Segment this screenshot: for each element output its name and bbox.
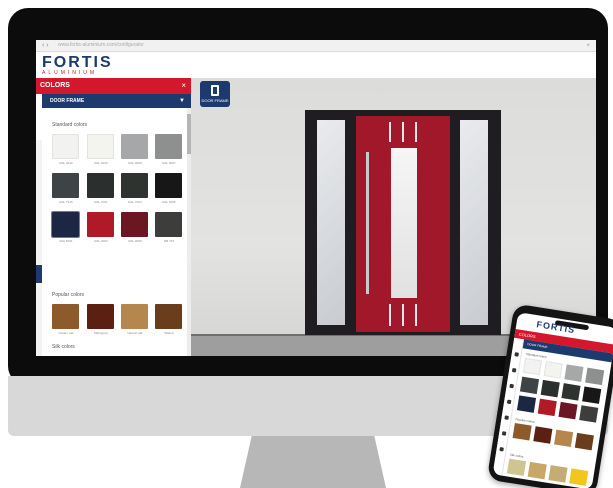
phone-color-swatch[interactable] [543,361,563,379]
monitor-stand [240,436,386,488]
browser-close-icon[interactable]: × [586,42,590,50]
door-frame-button-label: DOOR FRAME [201,98,229,103]
door-icon [211,85,219,96]
door-frame-button[interactable]: DOOR FRAME [200,81,230,107]
phone-color-swatch[interactable] [561,383,581,401]
swatch-label: Walnut [164,331,174,335]
phone-color-swatch[interactable] [512,423,532,441]
color-swatch[interactable] [87,134,114,159]
color-swatch[interactable] [155,134,182,159]
phone-color-swatch[interactable] [558,401,578,420]
swatch-label: RAL 3003 [94,239,108,243]
rail-icon[interactable] [514,352,519,357]
color-swatch[interactable] [52,304,79,329]
section-title: Standard colors [52,122,88,128]
rail-icon[interactable] [504,415,509,420]
color-swatch[interactable] [155,304,182,329]
rail-icon[interactable] [501,431,507,436]
swatch-label: RAL 9005 [162,200,176,204]
phone-color-swatch[interactable] [516,395,537,413]
color-swatch[interactable] [87,173,114,198]
door-handle [366,152,369,294]
swatch-label: Golden oak [58,331,74,335]
right-sidelight [460,120,488,325]
swatch-label: Mahogany [93,331,108,335]
swatch-label: RAL 9016 [59,161,73,165]
close-icon[interactable]: × [181,81,186,91]
phone-color-swatch[interactable] [582,386,602,404]
door-groove [415,122,417,142]
phone-color-swatch[interactable] [537,398,557,417]
chevron-down-icon: ▼ [179,98,185,104]
color-swatch[interactable] [121,134,148,159]
phone-color-swatch[interactable] [533,426,553,444]
rail-icon[interactable] [499,446,504,452]
left-sidelight [317,120,345,325]
phone-color-swatch[interactable] [548,465,568,483]
colors-panel-header: COLORS × [36,78,191,94]
color-swatch[interactable] [121,212,148,237]
section-title: Popular colors [52,292,84,298]
brand-tagline: ALUMINIUM [42,70,98,76]
color-swatch[interactable] [121,173,148,198]
scrollbar-thumb[interactable] [187,114,191,154]
swatch-label: RAL 9007 [162,161,176,165]
site-header: FORTIS ALUMINIUM [36,52,596,78]
phone-part-select-value: DOOR FRAME [527,342,548,350]
swatch-label: RAL 9006 [128,161,142,165]
colors-panel-title: COLORS [40,82,70,89]
phone-color-swatch[interactable] [506,458,527,477]
color-swatch[interactable] [51,211,80,238]
color-swatch[interactable] [87,304,114,329]
swatch-label: RAL 3005 [128,239,142,243]
phone-color-swatch[interactable] [540,379,560,398]
browser-url[interactable]: www.fortis-aluminium.com/configurator [58,42,258,49]
swatch-label: RAL 9010 [94,161,108,165]
swatch-label: RAL 7016 [59,200,73,204]
browser-nav-arrows-icon[interactable]: ‹ › [42,42,49,50]
rail-active-marker[interactable] [36,265,42,283]
swatch-label: RAL 7021 [94,200,108,204]
rail-icon[interactable] [511,367,517,373]
color-swatch[interactable] [155,212,182,237]
color-swatch[interactable] [87,212,114,237]
monitor-screen: ‹ › www.fortis-aluminium.com/configurato… [36,40,596,356]
section-title: Silk colors [52,344,75,350]
swatch-label: RAL 7024 [128,200,142,204]
swatch-label: DB 703 [163,239,174,243]
phone-color-swatch[interactable] [554,429,574,448]
door-groove [389,122,391,142]
phone-section-title: Silk colors [509,452,524,459]
part-select[interactable]: DOOR FRAME ▼ [42,94,191,108]
door-groove [389,304,391,326]
color-swatch[interactable] [155,173,182,198]
phone-color-swatch[interactable] [564,364,584,382]
phone-color-swatch[interactable] [585,367,605,386]
color-swatch[interactable] [52,173,79,198]
door-glass [391,148,417,298]
phone-color-swatch[interactable] [569,468,589,486]
rail-icon[interactable] [506,399,512,405]
colors-panel: COLORS × DOOR FRAME ▼ Standard colors RAL… [36,78,191,356]
swatch-label: Natural oak [127,331,143,335]
rail-icon[interactable] [509,383,514,389]
part-select-value: DOOR FRAME [50,98,85,104]
phone-color-swatch[interactable] [519,376,540,395]
panel-scrollbar[interactable] [187,108,191,356]
color-swatch[interactable] [121,304,148,329]
color-swatch[interactable] [52,134,79,159]
panel-side-rail [36,140,42,356]
phone-color-swatch[interactable] [579,405,599,423]
door-groove [402,122,404,142]
swatch-label: RAL 5011 [59,239,73,243]
browser-address-bar: ‹ › www.fortis-aluminium.com/configurato… [36,40,596,52]
brand-logo[interactable]: FORTIS [42,55,113,71]
phone-color-swatch[interactable] [574,432,594,451]
door-groove [415,304,417,326]
door-groove [402,304,404,326]
phone-color-swatch[interactable] [522,357,543,376]
phone-color-swatch[interactable] [527,461,547,480]
